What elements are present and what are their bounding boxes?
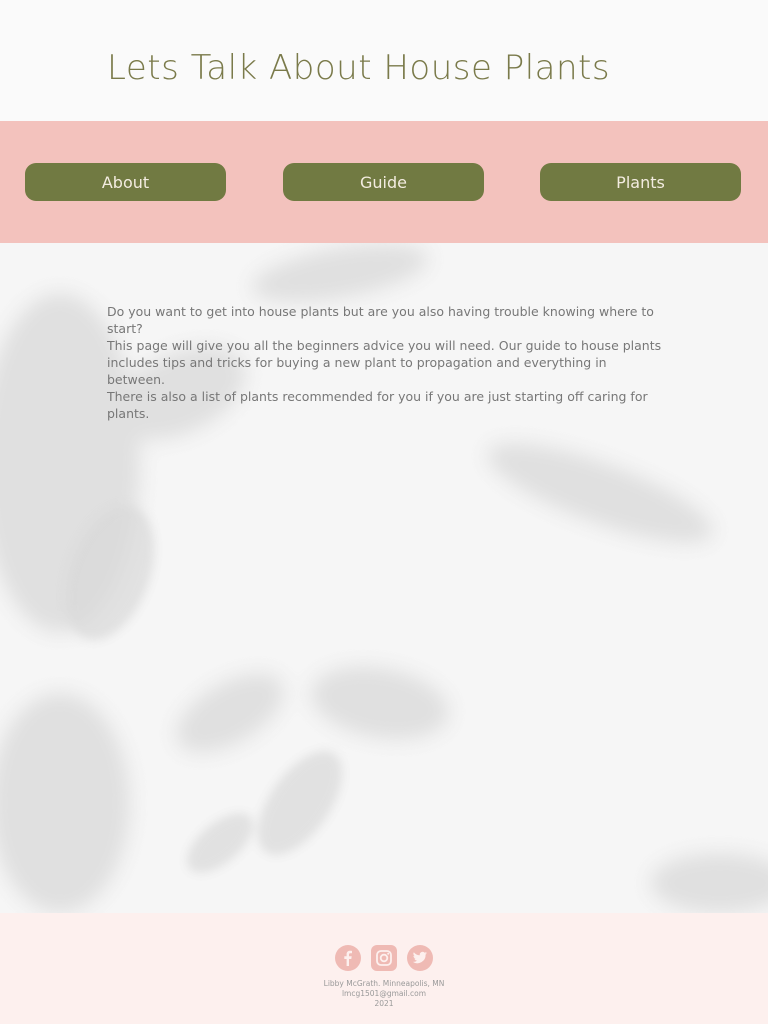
main-content: Do you want to get into house plants but… [0,243,768,913]
footer-contact: Libby McGrath. Minneapolis, MN lmcg1501@… [0,979,768,1009]
footer-name-location: Libby McGrath. Minneapolis, MN [323,979,445,988]
intro-paragraph: Do you want to get into house plants but… [107,304,654,336]
instagram-icon[interactable] [371,945,397,971]
intro-paragraph: There is also a list of plants recommend… [107,389,648,421]
intro-text: Do you want to get into house plants but… [107,303,663,422]
nav-guide-button[interactable]: Guide [283,163,484,201]
facebook-icon[interactable] [335,945,361,971]
site-title: Lets Talk About House Plants [107,48,611,88]
social-links [0,945,768,971]
intro-paragraph: This page will give you all the beginner… [107,338,662,387]
footer-year: 2021 [374,999,394,1008]
main-nav: About Guide Plants [0,121,768,243]
nav-about-button[interactable]: About [25,163,226,201]
nav-plants-button[interactable]: Plants [540,163,741,201]
site-footer: Libby McGrath. Minneapolis, MN lmcg1501@… [0,913,768,1024]
footer-email: lmcg1501@gmail.com [341,989,427,998]
twitter-icon[interactable] [407,945,433,971]
site-header: Lets Talk About House Plants [0,0,768,121]
